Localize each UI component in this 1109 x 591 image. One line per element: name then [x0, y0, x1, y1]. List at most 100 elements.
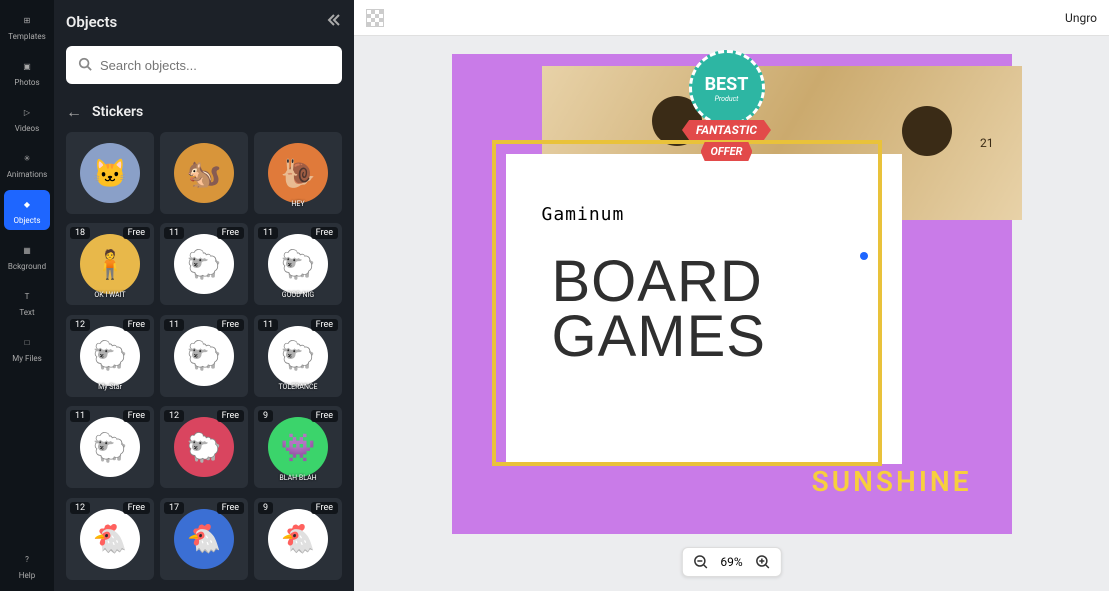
canvas-area: Ungro 20 21 Gaminum BOARD GAMES BEST Pro… [354, 0, 1109, 591]
sticker-price-badge: Free [123, 410, 150, 422]
sticker-pack[interactable]: 🐑11Free [66, 406, 154, 488]
sticker-price-badge: Free [123, 227, 150, 239]
sticker-pack[interactable]: 🐿️ [160, 132, 248, 214]
animations-icon: ✳ [18, 150, 36, 168]
sticker-thumbnail: 🐑 [80, 326, 140, 386]
chevron-double-left-icon [326, 12, 342, 28]
sticker-caption: GOOD NIG [282, 291, 314, 299]
sticker-count-badge: 9 [258, 410, 273, 422]
photos-icon: ▣ [18, 58, 36, 76]
sticker-count-badge: 17 [164, 502, 184, 514]
nav-label: Templates [8, 32, 45, 41]
sticker-pack[interactable]: 🐔9 Free [254, 498, 342, 580]
search-objects[interactable] [66, 46, 342, 84]
search-icon [78, 56, 92, 75]
back-button[interactable]: ← [66, 102, 82, 122]
background-icon: ▦ [18, 242, 36, 260]
sticker-price-badge: Free [311, 410, 338, 422]
nav-background[interactable]: ▦ Bckground [4, 236, 50, 276]
ungroup-button[interactable]: Ungro [1065, 11, 1097, 25]
sticker-thumbnail: 🐔 [268, 509, 328, 569]
sticker-count-badge: 11 [258, 319, 278, 331]
sticker-count-badge: 18 [70, 227, 90, 239]
sticker-price-badge: Free [123, 319, 150, 331]
sunshine-text: SUNSHINE [812, 465, 972, 498]
nav-rail: ⊞ Templates ▣ Photos ▷ Videos ✳ Animatio… [0, 0, 54, 591]
sticker-thumbnail: 🐑 [268, 326, 328, 386]
brand-text: Gaminum [542, 204, 625, 225]
sticker-caption: HEY [291, 200, 304, 208]
sticker-pack[interactable]: 🐌HEY [254, 132, 342, 214]
sticker-caption: OK I WAIT [94, 291, 125, 299]
nav-label: Text [19, 308, 34, 317]
canvas-viewport[interactable]: 20 21 Gaminum BOARD GAMES BEST Product F… [354, 36, 1109, 591]
sticker-pack[interactable]: 🐑11Free [160, 315, 248, 397]
nav-label: Objects [13, 216, 40, 225]
zoom-value: 69% [720, 555, 742, 569]
search-input[interactable] [100, 58, 330, 73]
sticker-pack[interactable]: 🐑11FreeGOOD NIG [254, 223, 342, 305]
zoom-in-button[interactable] [753, 552, 773, 572]
nav-animations[interactable]: ✳ Animations [4, 144, 50, 184]
sticker-count-badge: 9 [258, 502, 273, 514]
sticker-pack[interactable]: 🐔17Free [160, 498, 248, 580]
nav-videos[interactable]: ▷ Videos [4, 98, 50, 138]
text-icon: T [18, 288, 36, 306]
templates-icon: ⊞ [18, 12, 36, 30]
design-artboard[interactable]: 20 21 Gaminum BOARD GAMES BEST Product F… [452, 54, 1012, 534]
sticker-pack[interactable]: 🐑12 Free My Star [66, 315, 154, 397]
help-icon: ? [18, 551, 36, 569]
sticker-pack[interactable]: 🐱 [66, 132, 154, 214]
badge-object[interactable]: BEST Product FANTASTIC OFFER [672, 50, 782, 161]
nav-label: Help [19, 571, 35, 580]
sticker-count-badge: 12 [70, 502, 90, 514]
videos-icon: ▷ [18, 104, 36, 122]
sticker-thumbnail: 🐑 [268, 234, 328, 294]
collapse-panel-button[interactable] [326, 12, 342, 32]
sticker-price-badge: Free [217, 319, 244, 331]
panel-title: Objects [66, 13, 117, 31]
board-number: 21 [980, 136, 994, 150]
zoom-out-button[interactable] [690, 552, 710, 572]
sticker-caption: My Star [98, 383, 122, 391]
nav-help[interactable]: ? Help [4, 545, 50, 585]
sticker-pack[interactable]: 🐔12Free [66, 498, 154, 580]
sticker-count-badge: 12 [70, 319, 90, 331]
sticker-thumbnail: 🐑 [174, 234, 234, 294]
zoom-out-icon [692, 554, 708, 570]
sticker-grid[interactable]: 🐱🐿️🐌HEY🧍18FreeOK I WAIT🐑11Free🐑11FreeGOO… [66, 132, 342, 591]
objects-icon: ◆ [18, 196, 36, 214]
sticker-pack[interactable]: 👾9FreeBLAH BLAH [254, 406, 342, 488]
nav-templates[interactable]: ⊞ Templates [4, 6, 50, 46]
sticker-pack[interactable]: 🐑11FreeTOLERANCE [254, 315, 342, 397]
ribbon-fantastic: FANTASTIC [682, 120, 771, 140]
ribbon-offer: OFFER [701, 142, 753, 161]
nav-text[interactable]: T Text [4, 282, 50, 322]
nav-label: Animations [7, 170, 48, 179]
zoom-in-icon [755, 554, 771, 570]
sticker-thumbnail: 🐔 [174, 509, 234, 569]
sticker-thumbnail: 🐱 [80, 143, 140, 203]
sticker-count-badge: 12 [164, 410, 184, 422]
nav-my-files[interactable]: □ My Files [4, 328, 50, 368]
sticker-pack[interactable]: 🐑12 Free [160, 406, 248, 488]
nav-label: Photos [14, 78, 39, 87]
headline-text: BOARD GAMES [552, 254, 767, 364]
color-swatch-button[interactable] [366, 9, 384, 27]
sticker-thumbnail: 🐑 [174, 326, 234, 386]
nav-label: Bckground [8, 262, 46, 271]
sticker-price-badge: Free [311, 502, 338, 514]
nav-objects[interactable]: ◆ Objects [4, 190, 50, 230]
nav-photos[interactable]: ▣ Photos [4, 52, 50, 92]
sticker-count-badge: 11 [164, 227, 184, 239]
sticker-price-badge: Free [217, 410, 244, 422]
sticker-thumbnail: 🐿️ [174, 143, 234, 203]
files-icon: □ [18, 334, 36, 352]
best-badge: BEST Product [689, 50, 765, 126]
sticker-thumbnail: 🐑 [174, 417, 234, 477]
sticker-thumbnail: 🐔 [80, 509, 140, 569]
sticker-pack[interactable]: 🧍18FreeOK I WAIT [66, 223, 154, 305]
sticker-thumbnail: 👾 [268, 417, 328, 477]
sticker-pack[interactable]: 🐑11Free [160, 223, 248, 305]
sticker-thumbnail: 🐑 [80, 417, 140, 477]
